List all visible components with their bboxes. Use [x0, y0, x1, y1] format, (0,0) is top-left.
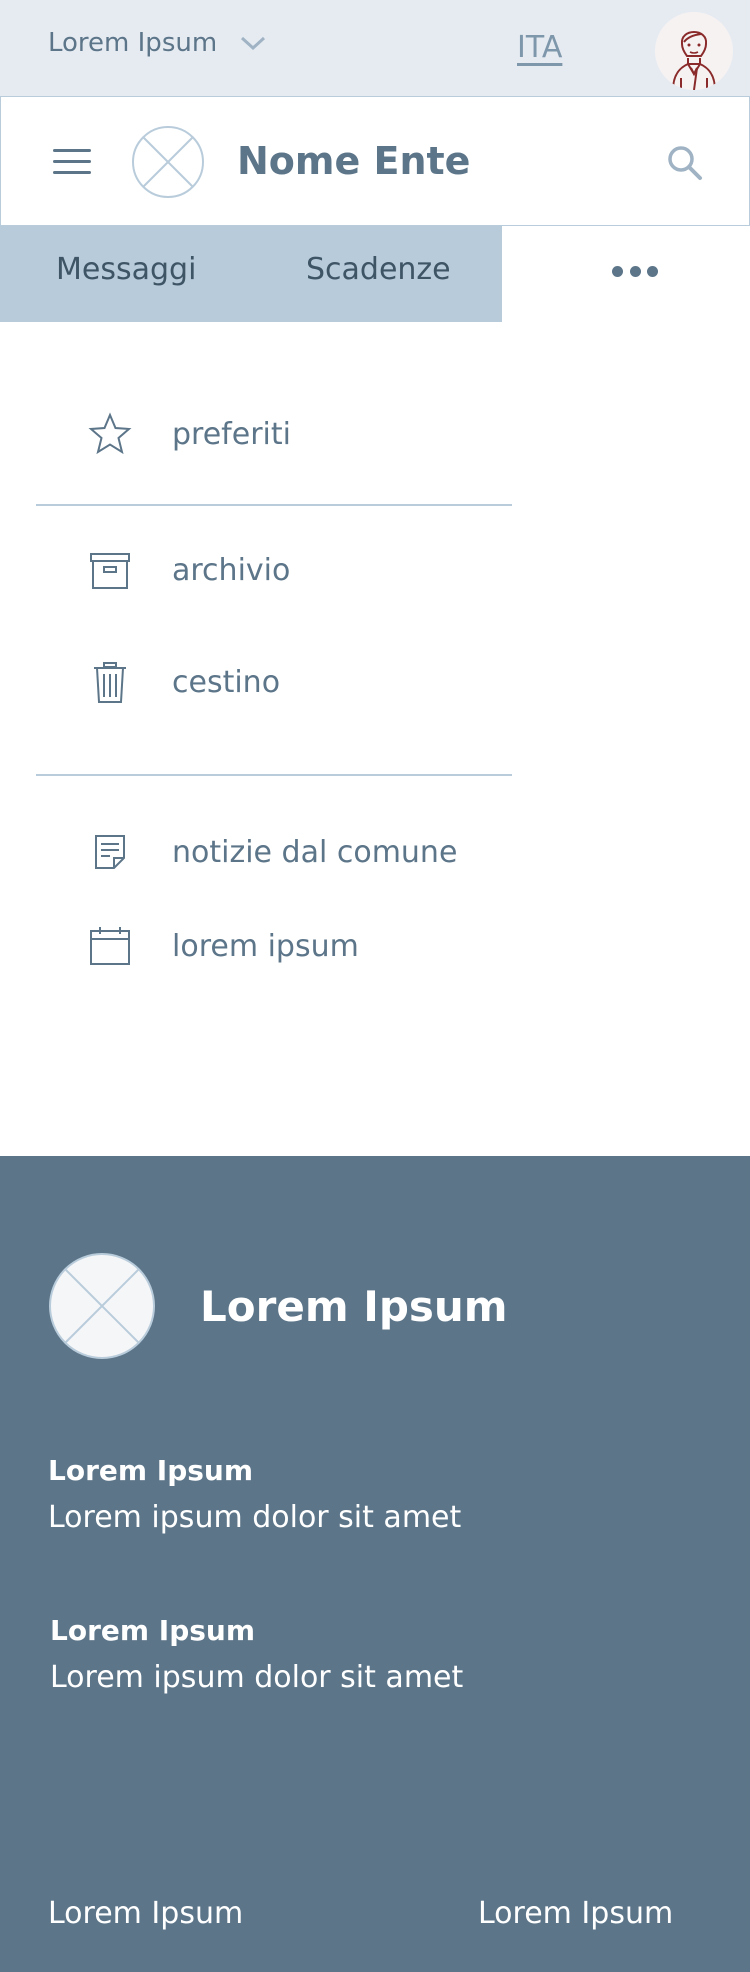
menu-divider [36, 504, 512, 506]
tab-messaggi[interactable]: Messaggi [56, 252, 196, 287]
footer-title: Lorem Ipsum [200, 1282, 508, 1331]
footer-block-title: Lorem Ipsum [48, 1454, 254, 1487]
more-tabs-button[interactable] [612, 266, 658, 282]
footer-link[interactable]: Lorem Ipsum [478, 1896, 673, 1931]
top-utility-bar: Lorem Ipsum ITA [0, 0, 750, 96]
ente-selector-label: Lorem Ipsum [48, 28, 218, 58]
footer-link[interactable]: Lorem Ipsum [48, 1896, 243, 1931]
user-avatar[interactable] [655, 12, 733, 90]
menu-item-label: cestino [172, 664, 281, 700]
user-icon [672, 31, 716, 90]
ente-selector[interactable]: Lorem Ipsum [48, 28, 267, 58]
news-icon [86, 828, 134, 876]
footer-block-title: Lorem Ipsum [50, 1614, 256, 1647]
tab-scadenze[interactable]: Scadenze [306, 252, 451, 287]
search-icon[interactable] [665, 143, 705, 183]
ente-logo-placeholder-icon [132, 126, 204, 198]
footer-block-text: Lorem ipsum dolor sit amet [50, 1660, 464, 1695]
hamburger-menu-button[interactable] [53, 149, 91, 175]
menu-item-label: archivio [172, 552, 291, 588]
trash-icon [86, 658, 134, 706]
menu-divider [36, 774, 512, 776]
tab-bar: Messaggi Scadenze [0, 226, 750, 322]
menu-item-archivio[interactable]: archivio [86, 540, 506, 600]
footer-block-text: Lorem ipsum dolor sit amet [48, 1500, 462, 1535]
menu-item-lorem-ipsum[interactable]: lorem ipsum [86, 916, 506, 976]
menu-item-preferiti[interactable]: preferiti [86, 404, 506, 464]
more-dots-icon [612, 266, 623, 277]
footer-logo-placeholder-icon [49, 1253, 155, 1359]
chevron-down-icon [241, 36, 266, 51]
footer: Lorem Ipsum Lorem Ipsum Lorem ipsum dolo… [0, 1156, 750, 1972]
menu-item-notizie-dal-comune[interactable]: notizie dal comune [86, 822, 506, 882]
archive-icon [86, 546, 134, 594]
header: Nome Ente [0, 96, 750, 226]
menu-item-label: lorem ipsum [172, 928, 359, 964]
menu-item-label: preferiti [172, 416, 291, 452]
menu-item-label: notizie dal comune [172, 834, 458, 870]
language-switch[interactable]: ITA [517, 30, 562, 65]
menu-item-cestino[interactable]: cestino [86, 652, 506, 712]
star-icon [86, 410, 134, 458]
page-title: Nome Ente [237, 139, 471, 183]
calendar-icon [86, 922, 134, 970]
